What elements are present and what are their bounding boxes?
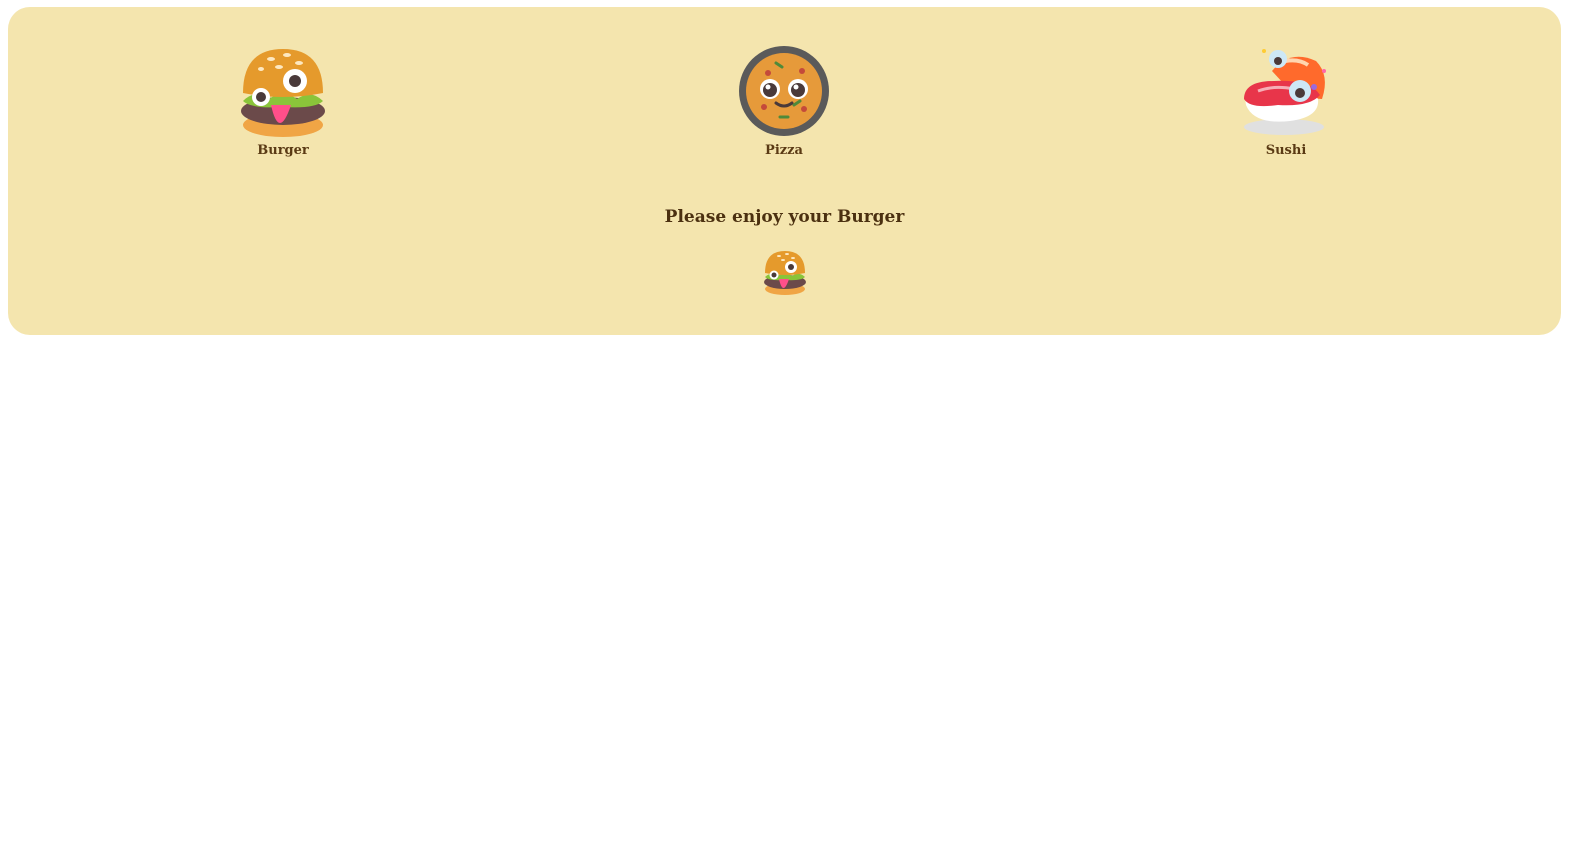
pizza-icon: [739, 46, 829, 136]
food-item-label: Burger: [257, 143, 309, 158]
food-menu: Burger Pizza Sushi: [8, 41, 1561, 181]
food-item-label: Pizza: [765, 143, 803, 158]
food-item-pizza[interactable]: Pizza: [704, 41, 864, 158]
burger-icon: [763, 251, 806, 295]
burger-icon: [241, 49, 325, 137]
result-message: Please enjoy your Burger: [664, 207, 905, 227]
food-item-label: Sushi: [1265, 143, 1307, 158]
food-item-burger[interactable]: Burger: [203, 41, 363, 158]
result-burger: [761, 247, 809, 299]
sushi-icon: [1244, 49, 1326, 135]
food-item-sushi[interactable]: Sushi: [1206, 41, 1366, 158]
food-picker-panel: Burger Pizza Sushi Please enjoy your Bur…: [8, 7, 1561, 335]
